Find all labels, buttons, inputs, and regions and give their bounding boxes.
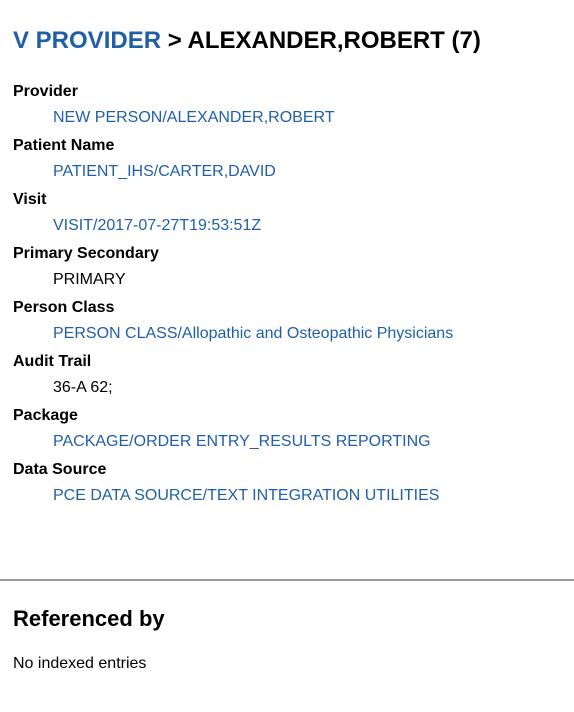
field-package: Package PACKAGE/ORDER ENTRY_RESULTS REPO…	[13, 406, 563, 460]
section-divider	[0, 579, 574, 581]
field-value-link[interactable]: PATIENT_IHS/CARTER,DAVID	[53, 162, 276, 182]
field-value-link[interactable]: PACKAGE/ORDER ENTRY_RESULTS REPORTING	[53, 432, 431, 452]
field-label: Data Source	[13, 461, 107, 478]
field-label: Audit Trail	[13, 353, 92, 370]
referenced-by-heading: Referenced by	[13, 606, 165, 631]
field-primary-secondary: Primary Secondary PRIMARY	[13, 244, 563, 298]
field-list: Provider NEW PERSON/ALEXANDER,ROBERT Pat…	[13, 82, 563, 514]
field-value-link[interactable]: NEW PERSON/ALEXANDER,ROBERT	[53, 108, 335, 128]
field-value-link[interactable]: PCE DATA SOURCE/TEXT INTEGRATION UTILITI…	[53, 486, 439, 506]
referenced-by-empty-text: No indexed entries	[13, 655, 147, 672]
field-value-link[interactable]: VISIT/2017-07-27T19:53:51Z	[53, 216, 261, 236]
page-title: V PROVIDER > ALEXANDER,ROBERT (7)	[13, 26, 481, 56]
field-provider: Provider NEW PERSON/ALEXANDER,ROBERT	[13, 82, 563, 136]
field-label: Provider	[13, 83, 78, 100]
record-name: ALEXANDER,ROBERT (7)	[187, 27, 481, 54]
field-label: Primary Secondary	[13, 245, 159, 262]
breadcrumb-separator: >	[167, 27, 182, 54]
field-label: Package	[13, 407, 78, 424]
field-person-class: Person Class PERSON CLASS/Allopathic and…	[13, 298, 563, 352]
field-label: Visit	[13, 191, 47, 208]
field-data-source: Data Source PCE DATA SOURCE/TEXT INTEGRA…	[13, 460, 563, 514]
breadcrumb-link[interactable]: V PROVIDER	[13, 27, 161, 54]
field-label: Person Class	[13, 299, 115, 316]
field-value-text: 36-A 62;	[53, 379, 113, 396]
field-visit: Visit VISIT/2017-07-27T19:53:51Z	[13, 190, 563, 244]
field-patient-name: Patient Name PATIENT_IHS/CARTER,DAVID	[13, 136, 563, 190]
field-label: Patient Name	[13, 137, 115, 154]
field-value-text: PRIMARY	[53, 271, 126, 288]
field-value-link[interactable]: PERSON CLASS/Allopathic and Osteopathic …	[53, 324, 453, 344]
field-audit-trail: Audit Trail 36-A 62;	[13, 352, 563, 406]
record-page: V PROVIDER > ALEXANDER,ROBERT (7) Provid…	[0, 0, 574, 712]
